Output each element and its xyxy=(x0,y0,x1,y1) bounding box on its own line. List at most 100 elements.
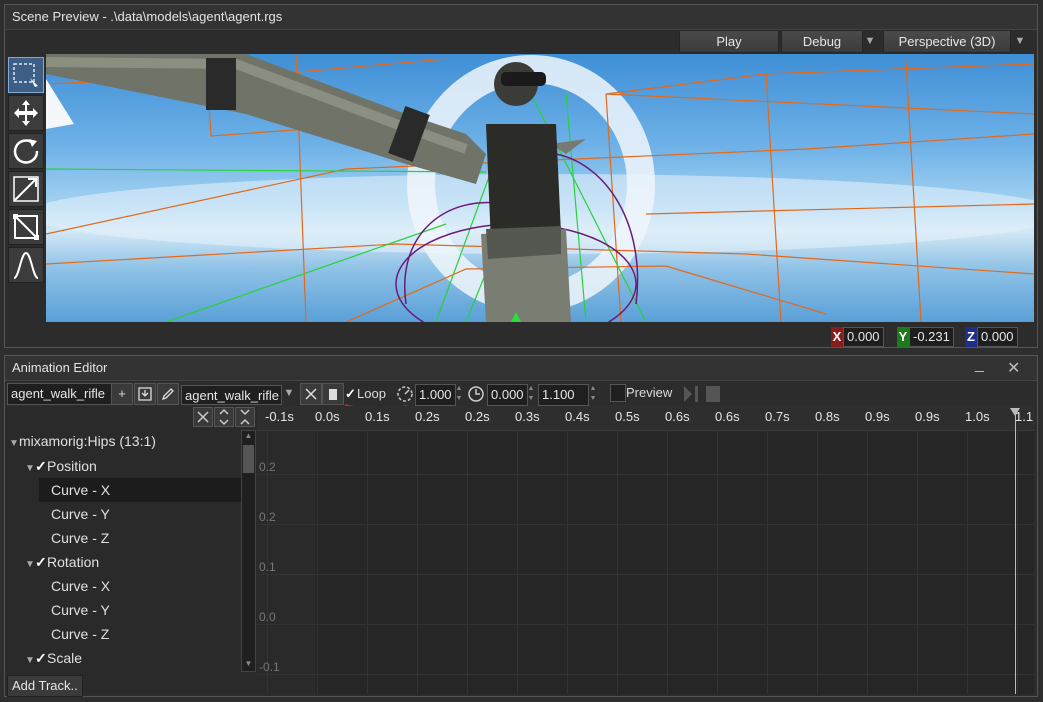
timeline-tick-label: 0.1s xyxy=(365,409,390,424)
timeline-tick-label: 0.3s xyxy=(515,409,540,424)
timeline-tick-label: 0.4s xyxy=(565,409,590,424)
timeline-gridline xyxy=(817,430,818,694)
view-mode-dropdown-icon[interactable]: ▼ xyxy=(1013,32,1027,50)
save-icon xyxy=(138,387,152,401)
y-value-field[interactable]: -0.231 xyxy=(909,327,954,347)
clip-end-marker-handle[interactable] xyxy=(1010,408,1020,416)
scroll-down-icon[interactable]: ▼ xyxy=(243,659,254,669)
select-icon xyxy=(13,63,38,87)
timeline-tick-label: 0.9s xyxy=(865,409,890,424)
x-value-field[interactable]: 0.000 xyxy=(843,327,884,347)
loop-label: Loop xyxy=(357,386,386,401)
curve-value-label: 0.2 xyxy=(259,460,276,474)
curve-tool-button[interactable] xyxy=(8,247,44,283)
track-scrollbar[interactable]: ▲ ▼ xyxy=(241,430,256,672)
expand-triangle-icon[interactable]: ▼ xyxy=(25,553,35,577)
collapse-icon xyxy=(219,408,229,426)
timeline-tick-label: 0.8s xyxy=(815,409,840,424)
length-spinner-icon[interactable]: ▲ ▼ xyxy=(589,384,597,404)
track-item[interactable]: ▼✓Scale xyxy=(25,646,82,670)
curve-icon xyxy=(13,251,39,279)
expand-triangle-icon[interactable]: ▼ xyxy=(25,457,35,481)
x-icon xyxy=(305,388,317,400)
view-mode-button[interactable]: Perspective (3D) xyxy=(883,30,1011,53)
scene-preview-title: Scene Preview - .\data\models\agent\agen… xyxy=(12,9,283,24)
move-icon xyxy=(14,100,38,126)
scale-tool-button[interactable] xyxy=(8,171,44,207)
scale-icon xyxy=(13,176,39,202)
delete-clip-button[interactable] xyxy=(300,383,322,405)
timeline-ruler[interactable]: -0.1s 0.0s 0.1s 0.2s 0.2s 0.3s 0.4s 0.5s 0.6s 0.6… xyxy=(257,406,1034,431)
expand-triangle-icon[interactable]: ▼ xyxy=(9,432,19,456)
debug-button[interactable]: Debug xyxy=(781,30,863,53)
minimize-icon[interactable]: _ xyxy=(975,356,984,374)
timeline-tick-label: 1.0s xyxy=(965,409,990,424)
loop-toggle[interactable]: ✓Loop xyxy=(345,384,386,404)
add-track-button[interactable]: Add Track.. xyxy=(7,675,83,697)
track-item-selected[interactable]: Curve - X xyxy=(39,478,251,502)
timeline-gridline xyxy=(517,430,518,694)
rotate-tool-button[interactable] xyxy=(8,133,44,169)
track-item[interactable]: ▼✓Rotation xyxy=(25,550,99,574)
track-label: Scale xyxy=(47,650,83,666)
scene-viewport[interactable] xyxy=(46,54,1034,322)
track-item[interactable]: Curve - Y xyxy=(51,502,110,526)
clip-end-marker[interactable] xyxy=(1015,412,1016,694)
track-checkbox[interactable]: ✓ xyxy=(35,550,47,574)
track-label: Curve - X xyxy=(51,578,111,594)
scroll-thumb[interactable] xyxy=(243,445,254,473)
scene-render xyxy=(46,54,1034,322)
clear-tracks-button[interactable] xyxy=(193,407,213,427)
track-label: Curve - X xyxy=(51,482,111,498)
scroll-up-icon[interactable]: ▲ xyxy=(243,431,254,441)
scene-preview-titlebar: Scene Preview - .\data\models\agent\agen… xyxy=(5,5,1037,30)
bounds-icon xyxy=(13,214,39,240)
track-checkbox[interactable]: ✓ xyxy=(35,646,47,670)
track-list-panel: ▼mixamorig:Hips (13:1) ▼✓Position Curve … xyxy=(5,407,257,694)
y-axis-tag: Y xyxy=(897,327,909,347)
stop-button[interactable] xyxy=(322,383,344,405)
track-item[interactable]: Curve - X xyxy=(51,574,110,598)
pencil-icon xyxy=(161,388,174,401)
speed-field[interactable]: 1.000 xyxy=(415,384,456,406)
rename-clip-button[interactable] xyxy=(157,383,179,405)
track-item[interactable]: Curve - Y xyxy=(51,598,110,622)
move-tool-button[interactable] xyxy=(8,95,44,131)
save-clip-button[interactable] xyxy=(134,383,156,405)
animation-select-field[interactable]: agent_walk_rifle xyxy=(181,385,282,405)
timeline-gridline xyxy=(617,430,618,694)
track-item[interactable]: Curve - Z xyxy=(51,526,109,550)
loop-checkbox[interactable]: ✓ xyxy=(345,384,357,404)
time-field[interactable]: 0.000 xyxy=(487,384,528,406)
animation-toolbar: agent_walk_rifle + agent_walk_rifle ▼ ✓L… xyxy=(5,380,1037,410)
curve-gridline xyxy=(257,474,1034,475)
speed-spinner-icon[interactable]: ▲ ▼ xyxy=(455,384,463,404)
timeline-gridline xyxy=(467,430,468,694)
animation-dropdown-icon[interactable]: ▼ xyxy=(282,384,296,402)
track-checkbox[interactable]: ✓ xyxy=(35,454,47,478)
debug-dropdown-icon[interactable]: ▼ xyxy=(863,32,877,50)
curve-value-label: 0.0 xyxy=(259,610,276,624)
timeline-tick-label: 0.5s xyxy=(615,409,640,424)
close-icon[interactable]: ✕ xyxy=(1007,358,1020,378)
play-button[interactable]: Play xyxy=(679,30,779,53)
timeline-tick-label: 0.7s xyxy=(765,409,790,424)
preview-play-icon[interactable] xyxy=(682,384,722,404)
timeline[interactable]: -0.1s 0.0s 0.1s 0.2s 0.2s 0.3s 0.4s 0.5s 0.6s 0.6… xyxy=(257,406,1034,694)
length-field[interactable]: 1.100 xyxy=(538,384,589,406)
select-tool-button[interactable] xyxy=(8,57,44,93)
add-clip-button[interactable]: + xyxy=(111,383,133,405)
track-item[interactable]: ▼✓Position xyxy=(25,454,97,478)
collapse-tracks-button[interactable] xyxy=(214,407,234,427)
time-spinner-icon[interactable]: ▲ ▼ xyxy=(527,384,535,404)
track-item[interactable]: Curve - Z xyxy=(51,622,109,646)
preview-checkbox[interactable] xyxy=(610,384,626,402)
expand-triangle-icon[interactable]: ▼ xyxy=(25,649,35,673)
coord-x: X 0.000 xyxy=(831,327,884,347)
timeline-tick-label: 0.6s xyxy=(665,409,690,424)
track-item[interactable]: ▼mixamorig:Hips (13:1) xyxy=(9,429,156,453)
bounds-tool-button[interactable] xyxy=(8,209,44,245)
clip-select-field[interactable]: agent_walk_rifle xyxy=(7,383,112,405)
expand-tracks-button[interactable] xyxy=(235,407,255,427)
z-value-field[interactable]: 0.000 xyxy=(977,327,1018,347)
